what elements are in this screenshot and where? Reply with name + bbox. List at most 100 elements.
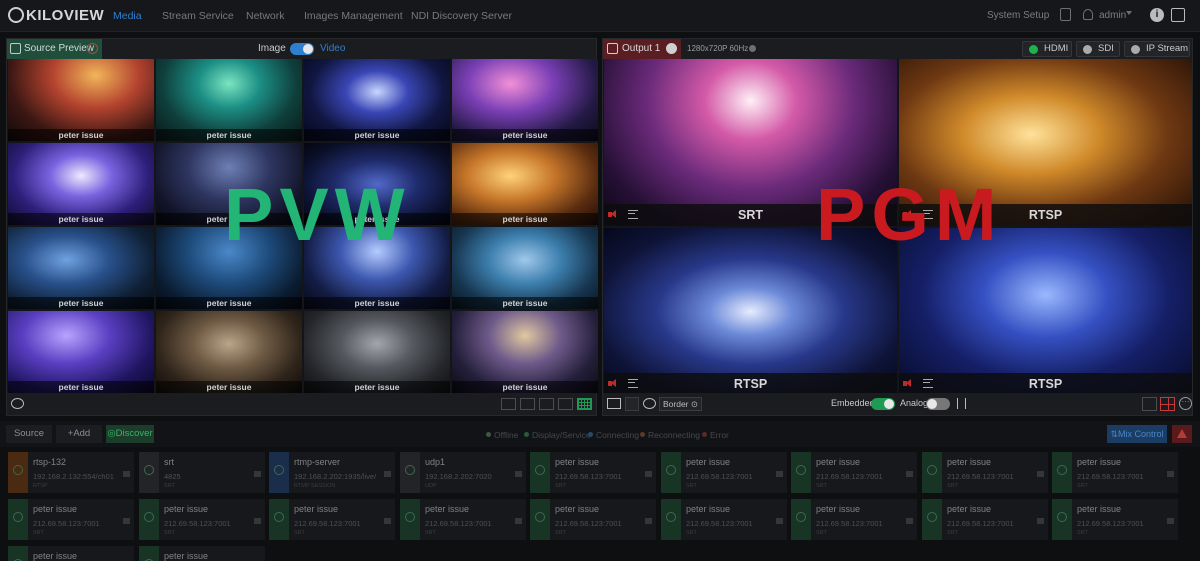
preview-cell[interactable]: peter issue (8, 59, 154, 141)
open-icon[interactable] (906, 471, 913, 477)
open-icon[interactable] (515, 518, 522, 524)
legend-label: Connecting (596, 430, 640, 440)
nav-stream-service[interactable]: Stream Service (162, 10, 234, 22)
nav-media[interactable]: Media (113, 10, 142, 22)
open-icon[interactable] (645, 518, 652, 524)
discover-button[interactable]: ◎Discover (106, 425, 154, 443)
open-icon[interactable] (1037, 518, 1044, 524)
warning-button[interactable] (1172, 425, 1192, 443)
open-icon[interactable] (254, 518, 261, 524)
source-card[interactable]: peter issue 212.69.58.123:7001 SRT (269, 499, 395, 540)
preview-cell[interactable]: peter issue (452, 143, 598, 225)
source-card[interactable]: peter issue 212.69.58.123:7001 SRT (922, 499, 1048, 540)
open-icon[interactable] (1167, 471, 1174, 477)
source-card[interactable]: peter issue 212.69.58.123:7001 SRT (530, 499, 656, 540)
preview-cell[interactable]: peter issue (8, 143, 154, 225)
preview-cell[interactable]: peter issue (156, 311, 302, 393)
add-source-button[interactable]: +Add (56, 425, 102, 443)
eye-icon[interactable] (11, 398, 24, 409)
nav-ndi-discovery-server[interactable]: NDI Discovery Server (411, 10, 512, 22)
preview-cell[interactable]: peter issue (304, 311, 450, 393)
nav-images-management[interactable]: Images Management (304, 10, 403, 22)
source-card[interactable]: peter issue 212.69.58.123:7001 SRT (791, 499, 917, 540)
layout-1x1-button[interactable] (501, 398, 516, 410)
source-card[interactable]: peter issue 212.69.58.123:7001 SRT (1052, 452, 1178, 493)
open-icon[interactable] (123, 518, 130, 524)
layout-3x3-button[interactable] (558, 398, 573, 410)
source-card[interactable]: peter issue 212.69.58.123:7001 SRT (400, 499, 526, 540)
ip-stream-output-button[interactable]: IP Stream (1124, 41, 1190, 57)
preview-cell[interactable]: peter issue (452, 311, 598, 393)
open-icon[interactable] (1037, 471, 1044, 477)
open-icon[interactable] (776, 518, 783, 524)
border-label: Border (663, 399, 689, 409)
chevron-down-icon[interactable] (666, 43, 677, 54)
preview-cell[interactable]: peter issue (8, 311, 154, 393)
system-setup-link[interactable]: System Setup (987, 10, 1049, 21)
layout-quad-button[interactable] (1160, 397, 1175, 411)
image-icon[interactable] (607, 398, 621, 409)
source-card[interactable]: peter issue 212.69.58.123:7001 SRT (791, 452, 917, 493)
source-card[interactable]: peter issue (8, 546, 134, 561)
open-icon[interactable] (776, 471, 783, 477)
source-tab[interactable]: Source (6, 425, 52, 443)
fullscreen-icon[interactable] (1171, 8, 1185, 22)
open-icon[interactable] (123, 471, 130, 477)
image-video-toggle[interactable] (290, 43, 314, 55)
analog-audio-toggle[interactable] (926, 398, 950, 410)
preview-cell[interactable]: peter issue (452, 59, 598, 141)
source-card[interactable]: peter issue 212.69.58.123:7001 SRT (139, 499, 265, 540)
legend-display-service: Display/Service (524, 430, 591, 440)
source-card[interactable]: rtsp-132 192.168.2.132:554/ch01 RTSP (8, 452, 134, 493)
source-card[interactable]: srt 4825 SRT (139, 452, 265, 493)
source-card[interactable]: peter issue 212.69.58.123:7001 SRT (530, 452, 656, 493)
layout-4x4-button[interactable] (577, 398, 592, 410)
eye-icon[interactable] (643, 398, 656, 409)
open-icon[interactable] (384, 518, 391, 524)
settings-icon[interactable] (749, 45, 756, 52)
user-menu[interactable]: admin (1099, 10, 1126, 21)
source-card[interactable]: peter issue 212.69.58.123:7001 SRT (8, 499, 134, 540)
sdi-output-button[interactable]: SDI (1076, 41, 1120, 57)
audio-mixer-icon[interactable] (957, 398, 966, 409)
device-icon[interactable] (1060, 8, 1071, 21)
mix-control-button[interactable]: ⇅Mix Control (1107, 425, 1167, 443)
close-icon[interactable] (87, 43, 98, 54)
preview-cell[interactable]: peter issue (8, 227, 154, 309)
source-name: peter issue (1077, 457, 1122, 467)
source-card[interactable]: peter issue (139, 546, 265, 561)
source-protocol: SRT (947, 530, 958, 536)
open-icon[interactable] (645, 471, 652, 477)
open-icon[interactable] (1167, 518, 1174, 524)
preview-cell[interactable]: peter issue (304, 59, 450, 141)
open-icon[interactable] (254, 471, 261, 477)
source-card[interactable]: rtmp-server 192.168.2.202:1935/live/RTMP … (269, 452, 395, 493)
source-card[interactable]: peter issue 212.69.58.123:7001 SRT (1052, 499, 1178, 540)
kiloview-logo[interactable]: KILOVIEW (8, 7, 104, 24)
source-preview-tab[interactable]: Source Preview (7, 39, 102, 59)
layout-2x2-button[interactable] (539, 398, 554, 410)
border-button[interactable]: Border ⊙ (659, 397, 702, 411)
chevron-down-icon[interactable] (1126, 11, 1132, 15)
preview-cell-label: peter issue (8, 213, 154, 225)
more-icon[interactable]: ··· (1179, 397, 1192, 410)
source-card[interactable]: peter issue 212.69.58.123:7001 SRT (922, 452, 1048, 493)
output-select-tab[interactable]: Output 1 (603, 39, 681, 59)
preview-cell[interactable]: peter issue (452, 227, 598, 309)
embedded-audio-toggle[interactable] (871, 398, 895, 410)
hdmi-output-button[interactable]: HDMI (1022, 41, 1072, 57)
open-icon[interactable] (384, 471, 391, 477)
source-card[interactable]: peter issue 212.69.58.123:7001 SRT (661, 499, 787, 540)
source-card[interactable]: peter issue 212.69.58.123:7001 SRT (661, 452, 787, 493)
source-card[interactable]: udp1 192.168.2.202:7020 UDP (400, 452, 526, 493)
open-icon[interactable] (906, 518, 913, 524)
logo-overlay-button[interactable] (625, 397, 639, 411)
preview-cell-label: peter issue (8, 381, 154, 393)
nav-network[interactable]: Network (246, 10, 285, 22)
layout-2x1-button[interactable] (520, 398, 535, 410)
preview-cell[interactable]: peter issue (156, 59, 302, 141)
info-icon[interactable]: i (1150, 8, 1164, 22)
layout-single-button[interactable] (1142, 397, 1157, 411)
open-icon[interactable] (515, 471, 522, 477)
camera-icon (927, 512, 937, 522)
